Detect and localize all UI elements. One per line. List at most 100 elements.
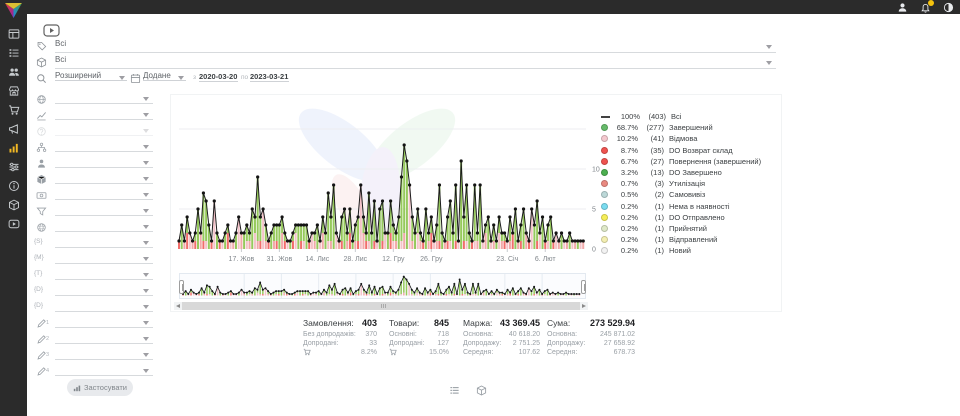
chevron-down-icon[interactable]: [143, 145, 149, 149]
sidebar-item-video[interactable]: [0, 214, 27, 233]
stat-sub-label: Середня:: [463, 349, 493, 356]
legend-item[interactable]: 10.2%(41)Відмова: [601, 133, 779, 144]
legend-item[interactable]: 0.2%(1)Прийнятий: [601, 223, 779, 234]
product-filter-row[interactable]: Всі: [0, 54, 790, 69]
video-tutorial-icon[interactable]: [43, 24, 60, 37]
legend-item[interactable]: 0.2%(1)Нема в наявності: [601, 201, 779, 212]
status-filter-row[interactable]: Всі: [0, 38, 790, 53]
chevron-down-icon[interactable]: [143, 321, 149, 325]
legend-item[interactable]: 3.2%(13)DO Завершено: [601, 167, 779, 178]
filter-dropdown-person[interactable]: [30, 154, 160, 170]
legend-item[interactable]: 8.7%(35)DO Возврат склад: [601, 145, 779, 156]
filter-dropdown-help[interactable]: [30, 122, 160, 138]
chevron-down-icon[interactable]: [143, 177, 149, 181]
legend-label: Всі: [671, 112, 681, 121]
filter-dropdown-d-12[interactable]: {D}: [30, 282, 160, 298]
filter-dropdown-d-13[interactable]: {D}: [30, 298, 160, 314]
sidebar-item-cart[interactable]: [0, 100, 27, 119]
filter-dropdown-funnel[interactable]: [30, 202, 160, 218]
scroll-right-arrow-icon[interactable]: [582, 304, 586, 308]
legend-item[interactable]: 6.7%(27)Повернення (завершений): [601, 156, 779, 167]
theme-toggle-icon[interactable]: [943, 2, 954, 13]
filter-dropdown-trend[interactable]: [30, 106, 160, 122]
filter-dropdown-globe-grid[interactable]: [30, 218, 160, 234]
date-from-input[interactable]: 2020-03-20: [199, 72, 238, 82]
legend-percent: 0.2%: [612, 224, 638, 233]
filter-dropdown-m-10[interactable]: {M}: [30, 250, 160, 266]
scrollbar-thumb[interactable]: [182, 302, 580, 310]
chevron-down-icon[interactable]: [143, 241, 149, 245]
products-view-icon[interactable]: [476, 383, 487, 394]
filter-dropdown-pencil4[interactable]: 4: [30, 362, 160, 378]
chevron-down-icon[interactable]: [143, 209, 149, 213]
chevron-down-icon[interactable]: [143, 369, 149, 373]
chevron-down-icon[interactable]: [766, 45, 772, 49]
legend-item[interactable]: 68.7%(277)Завершений: [601, 122, 779, 133]
sidebar-item-store[interactable]: [0, 81, 27, 100]
user-icon[interactable]: [897, 2, 908, 13]
minimap-right-handle[interactable]: [581, 280, 586, 294]
filter-dropdown-t-11[interactable]: {T}: [30, 266, 160, 282]
scroll-left-arrow-icon[interactable]: [176, 304, 180, 308]
chevron-down-icon[interactable]: [143, 225, 149, 229]
legend-item[interactable]: 0.7%(3)Утилізація: [601, 178, 779, 189]
chevron-down-icon[interactable]: [143, 161, 149, 165]
filter-dropdown-pencil3[interactable]: 3: [30, 346, 160, 362]
legend-item[interactable]: 100%(403)Всі: [601, 111, 779, 122]
notifications-bell-icon[interactable]: [920, 2, 931, 13]
sidebar-item-products[interactable]: [0, 195, 27, 214]
app-logo-icon[interactable]: [4, 2, 23, 19]
filter-dropdown-pencil2[interactable]: 2: [30, 330, 160, 346]
chevron-down-icon[interactable]: [143, 193, 149, 197]
svg-text:14. Лис: 14. Лис: [306, 256, 330, 263]
apply-filters-button[interactable]: Застосувати: [67, 379, 133, 396]
chart-scrollbar[interactable]: [174, 302, 588, 310]
minimap-left-handle[interactable]: [179, 280, 184, 294]
date-to-input[interactable]: 2023-03-21: [250, 72, 289, 82]
filter-dropdown-money[interactable]: [30, 186, 160, 202]
sidebar-item-dashboard[interactable]: [0, 24, 27, 43]
legend-count: (1): [638, 213, 664, 222]
filter-dropdown-pencil1[interactable]: 1: [30, 314, 160, 330]
chevron-down-icon[interactable]: [143, 113, 149, 117]
sidebar-item-customers[interactable]: [0, 62, 27, 81]
filter-dropdown-cube[interactable]: [30, 170, 160, 186]
help-icon: [36, 124, 47, 135]
svg-text:6. Лют: 6. Лют: [535, 256, 556, 263]
legend-dot-swatch: [601, 180, 608, 187]
legend-item[interactable]: 0.5%(2)Самовивіз: [601, 189, 779, 200]
chevron-down-icon[interactable]: [143, 289, 149, 293]
calendar-icon[interactable]: [130, 71, 141, 82]
tags-icon: [36, 39, 47, 50]
filter-dropdown-globe[interactable]: [30, 90, 160, 106]
legend-item[interactable]: 0.2%(1)DO Отправлено: [601, 212, 779, 223]
chevron-down-icon[interactable]: [178, 76, 184, 80]
chevron-down-icon[interactable]: [143, 97, 149, 101]
sidebar-item-megaphone[interactable]: [0, 119, 27, 138]
chart-minimap[interactable]: [179, 273, 586, 299]
product-filter-value[interactable]: Всі: [55, 55, 66, 64]
chevron-down-icon[interactable]: [119, 76, 125, 80]
chevron-down-icon[interactable]: [143, 305, 149, 309]
sidebar-item-info[interactable]: [0, 176, 27, 195]
sidebar-item-sliders[interactable]: [0, 157, 27, 176]
chevron-down-icon[interactable]: [143, 353, 149, 357]
chevron-down-icon[interactable]: [766, 61, 772, 65]
stat-sub-label: Основні:: [389, 331, 417, 338]
filter-dropdown-s-9[interactable]: {S}: [30, 234, 160, 250]
search-icon[interactable]: [36, 71, 47, 82]
filter-dropdown-hierarchy[interactable]: [30, 138, 160, 154]
chevron-down-icon[interactable]: [143, 257, 149, 261]
sidebar-item-orders-list[interactable]: [0, 43, 27, 62]
table-view-icon[interactable]: [449, 383, 460, 394]
legend-item[interactable]: 0.2%(1)Відправлений: [601, 234, 779, 245]
legend-item[interactable]: 0.2%(1)Новий: [601, 245, 779, 256]
search-mode-select[interactable]: Розширений: [55, 71, 127, 81]
chevron-down-icon[interactable]: [143, 337, 149, 341]
stat-sub-label: Допродажу:: [547, 340, 585, 347]
chevron-down-icon[interactable]: [143, 273, 149, 277]
chevron-down-icon[interactable]: [143, 129, 149, 133]
status-filter-value[interactable]: Всі: [55, 39, 66, 48]
sidebar-item-analytics-active[interactable]: [0, 138, 27, 157]
legend-percent: 0.2%: [612, 246, 638, 255]
